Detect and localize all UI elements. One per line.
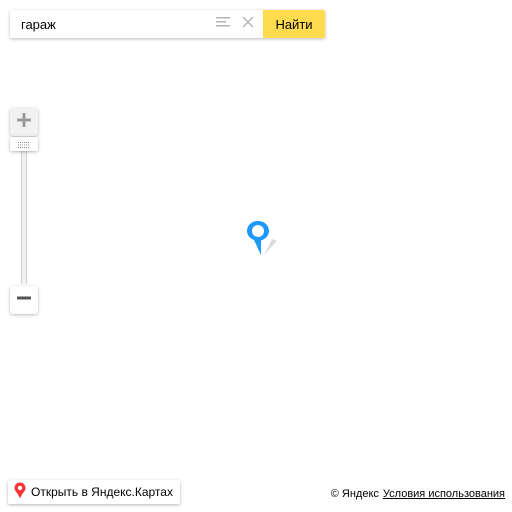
zoom-slider-thumb[interactable] xyxy=(10,137,38,151)
zoom-track[interactable] xyxy=(21,148,27,284)
zoom-out-button[interactable] xyxy=(10,286,38,314)
plus-icon xyxy=(16,112,32,133)
search-button[interactable]: Найти xyxy=(263,10,325,38)
map-container[interactable]: Найти xyxy=(0,0,512,512)
copyright-owner: © Яндекс xyxy=(330,488,379,500)
grip-dots-icon xyxy=(18,135,30,153)
minus-icon xyxy=(16,290,32,311)
search-bar: Найти xyxy=(10,10,325,38)
list-lines-icon[interactable] xyxy=(215,15,231,33)
close-icon[interactable] xyxy=(241,15,255,34)
red-pin-icon xyxy=(14,482,26,502)
copyrights: © Яндекс Условия использования xyxy=(331,488,505,500)
open-in-maps-button[interactable]: Открыть в Яндекс.Картах xyxy=(8,480,180,504)
terms-of-use-link[interactable]: Условия использования xyxy=(383,488,505,500)
search-input-icons xyxy=(215,10,255,38)
map-placemark[interactable] xyxy=(244,219,280,259)
map-pin-icon xyxy=(244,221,280,263)
open-in-maps-label: Открыть в Яндекс.Картах xyxy=(31,485,173,499)
zoom-in-button[interactable] xyxy=(10,108,38,136)
